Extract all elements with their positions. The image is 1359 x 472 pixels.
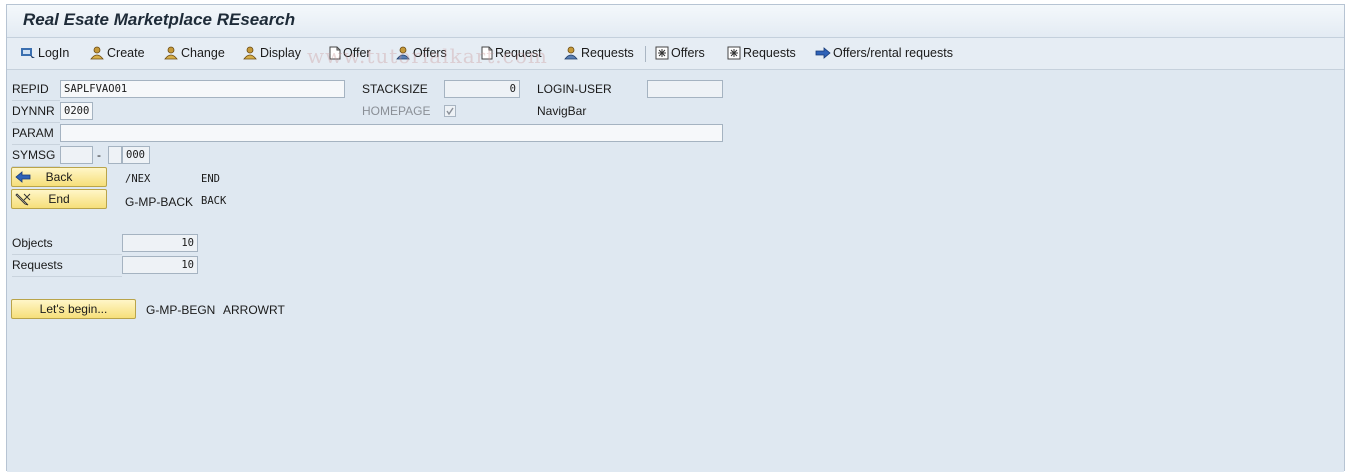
symsg-field-2[interactable] (108, 146, 122, 164)
screen-content: REPID SAPLFVAO01 STACKSIZE 0 LOGIN-USER … (7, 70, 1344, 472)
back-button[interactable]: Back (11, 167, 107, 187)
objects-label: Objects (12, 236, 53, 250)
label-underline (12, 276, 122, 277)
label-underline (12, 144, 60, 145)
stacksize-field[interactable]: 0 (444, 80, 520, 98)
dynnr-label: DYNNR (12, 104, 55, 118)
symsg-field-1[interactable] (60, 146, 93, 164)
label-underline (12, 100, 60, 101)
login-user-field[interactable] (647, 80, 723, 98)
param-label: PARAM (12, 126, 54, 140)
objects-count-field[interactable]: 10 (122, 234, 198, 252)
homepage-checkbox[interactable] (444, 105, 456, 117)
requests-label: Requests (12, 258, 63, 272)
person-requests-icon (564, 46, 578, 60)
toolbar-create-button[interactable]: Create (89, 45, 145, 62)
login-icon (21, 48, 35, 58)
dynnr-field[interactable]: 0200 (60, 102, 93, 120)
login-user-label: LOGIN-USER (537, 82, 612, 96)
back-code-1: /NEX (125, 173, 151, 185)
arrow-right-icon (815, 47, 831, 59)
person-offers-icon (396, 46, 410, 60)
back-code-2: END (201, 173, 220, 185)
stacksize-label: STACKSIZE (362, 82, 428, 96)
star-box-icon (727, 46, 741, 60)
repid-label: REPID (12, 82, 49, 96)
begin-code-1: G-MP-BEGN (146, 303, 216, 317)
toolbar-offer-button[interactable]: Offer (329, 45, 371, 62)
right-margin (1345, 4, 1359, 471)
end-code-2: BACK (201, 195, 227, 207)
lets-begin-button[interactable]: Let's begin... (11, 299, 136, 319)
star-box-icon (655, 46, 669, 60)
toolbar-display-button[interactable]: Display (242, 45, 301, 62)
symsg-dash: - (97, 148, 101, 162)
checkmark-icon (446, 107, 454, 116)
person-create-icon (90, 46, 104, 60)
requests-count-field[interactable]: 10 (122, 256, 198, 274)
end-button-label: End (48, 192, 70, 206)
arrow-left-icon (15, 171, 31, 183)
toolbar-login-button[interactable]: LogIn (20, 45, 69, 62)
repid-field[interactable]: SAPLFVAO01 (60, 80, 345, 98)
navigbar-label: NavigBar (537, 104, 587, 118)
toolbar-offers-button[interactable]: Offers (395, 45, 447, 62)
document-request-icon (481, 46, 493, 60)
symsg-field-3[interactable]: 000 (122, 146, 150, 164)
document-icon (329, 46, 341, 60)
person-display-icon (243, 46, 257, 60)
homepage-label: HOMEPAGE (362, 104, 431, 118)
person-change-icon (164, 46, 178, 60)
end-code-1: G-MP-BACK (125, 195, 194, 209)
application-toolbar: LogIn Create Change Display Offer Offers… (7, 38, 1344, 70)
toolbar-request-button[interactable]: Request (481, 45, 542, 62)
back-button-label: Back (45, 170, 73, 184)
toolbar-offers-list-button[interactable]: Offers (655, 45, 705, 62)
end-button[interactable]: End (11, 189, 107, 209)
label-underline (12, 254, 122, 255)
toolbar-change-button[interactable]: Change (163, 45, 225, 62)
begin-code-2: ARROWRT (223, 303, 285, 317)
toolbar-separator (645, 46, 646, 62)
param-field[interactable] (60, 124, 723, 142)
title-bar: Real Esate Marketplace REsearch (7, 5, 1344, 38)
toolbar-offers-rental-requests-button[interactable]: Offers/rental requests (815, 45, 953, 62)
pencil-cancel-icon (15, 193, 31, 206)
window-title: Real Esate Marketplace REsearch (23, 10, 296, 29)
label-underline (12, 122, 60, 123)
toolbar-requests-list-button[interactable]: Requests (727, 45, 796, 62)
symsg-label: SYMSG (12, 148, 56, 162)
sap-window: Real Esate Marketplace REsearch LogIn Cr… (6, 4, 1345, 472)
toolbar-requests-button[interactable]: Requests (563, 45, 634, 62)
